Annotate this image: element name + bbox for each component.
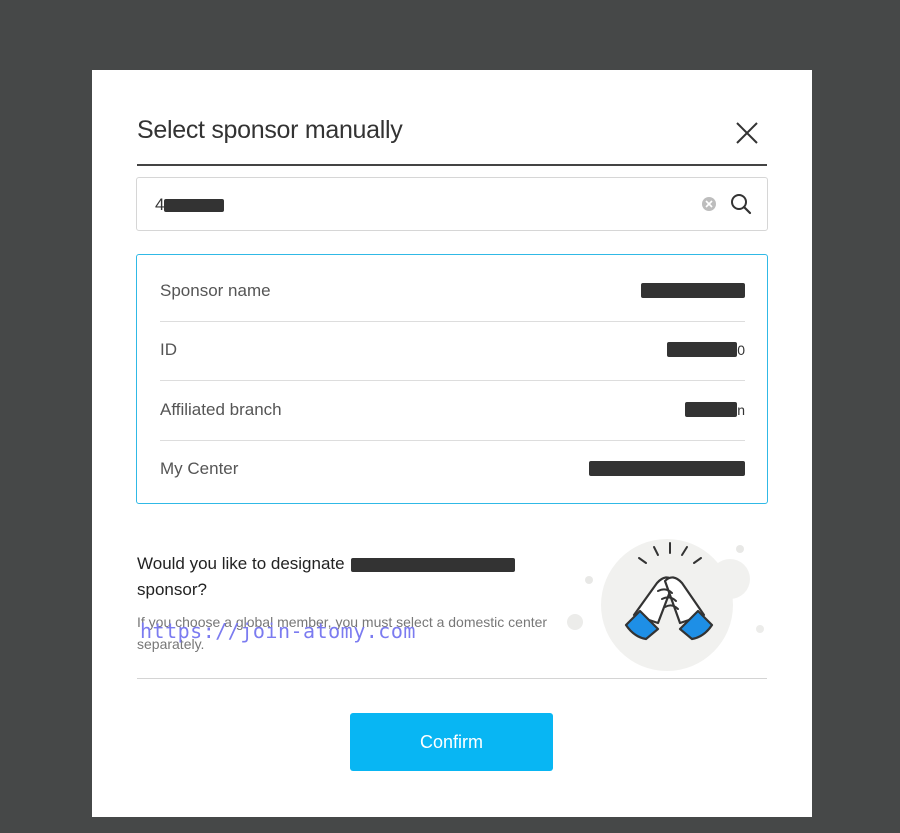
watermark-text: https://join-atomy.com xyxy=(140,619,416,643)
info-row-id: ID 0 xyxy=(160,321,745,381)
sponsor-search-input[interactable]: 4 xyxy=(136,177,768,231)
search-value-text: 4 xyxy=(155,195,165,214)
info-row-affiliated-branch: Affiliated branch n xyxy=(160,381,745,441)
question-text: Would you like to designate xyxy=(137,554,345,573)
sponsor-info-card: Sponsor name ID 0 Affiliated branch n My… xyxy=(136,254,768,504)
info-value xyxy=(641,283,745,298)
info-label: My Center xyxy=(160,459,239,478)
close-icon[interactable] xyxy=(732,118,762,148)
info-value: n xyxy=(685,402,745,418)
info-label: ID xyxy=(160,340,177,359)
designate-question: Would you like to designate sponsor? xyxy=(137,551,557,603)
clear-circle-icon[interactable] xyxy=(701,196,717,212)
redacted-text xyxy=(164,199,225,213)
info-label: Affiliated branch xyxy=(160,400,282,419)
info-value: 0 xyxy=(667,342,745,358)
search-icon[interactable] xyxy=(729,192,753,216)
redacted-text xyxy=(685,402,738,417)
title-divider xyxy=(137,164,767,166)
search-value: 4 xyxy=(155,195,225,215)
info-value-text: n xyxy=(737,402,745,418)
redacted-text xyxy=(667,342,738,357)
dialog-title: Select sponsor manually xyxy=(137,116,403,144)
redacted-text xyxy=(641,283,745,298)
info-value-text: 0 xyxy=(737,342,745,358)
handshake-icon xyxy=(562,533,772,683)
sponsor-dialog: Select sponsor manually 4 Sponsor name I… xyxy=(92,70,812,817)
info-row-my-center: My Center xyxy=(160,440,745,499)
question-text-end: sponsor? xyxy=(137,580,207,599)
redacted-text xyxy=(351,557,516,572)
info-row-sponsor-name: Sponsor name xyxy=(160,262,745,322)
redacted-text xyxy=(589,461,745,476)
bottom-divider xyxy=(137,678,767,679)
confirm-button[interactable]: Confirm xyxy=(350,713,553,771)
info-value xyxy=(589,461,745,476)
info-label: Sponsor name xyxy=(160,281,271,300)
